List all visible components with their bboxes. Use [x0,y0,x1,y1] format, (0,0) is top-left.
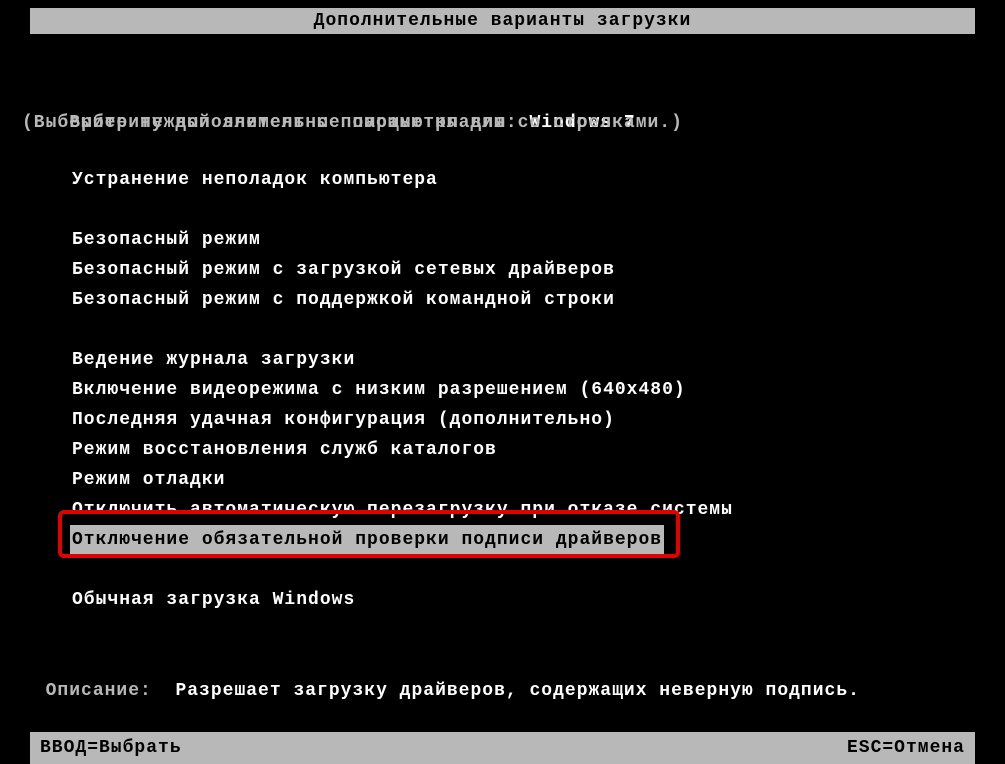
boot-options-menu[interactable]: Устранение неполадок компьютера Безопасн… [70,165,735,615]
footer-enter: ВВОД=Выбрать [40,732,182,764]
menu-item-low-res-video[interactable]: Включение видеорежима с низким разрешени… [70,375,688,405]
menu-item-safe-mode-command[interactable]: Безопасный режим с поддержкой командной … [70,285,617,315]
prompt-line: Выберите дополнительные параметры для: W… [22,78,983,108]
menu-item-boot-logging[interactable]: Ведение журнала загрузки [70,345,357,375]
description-text: Разрешает загрузку драйверов, содержащих… [175,681,860,701]
description-label: Описание: [46,681,152,701]
footer-bar: ВВОД=Выбрать ESC=Отмена [30,732,975,764]
title-bar: Дополнительные варианты загрузки [30,8,975,34]
menu-item-repair-computer[interactable]: Устранение неполадок компьютера [70,165,440,195]
menu-item-start-windows-normally[interactable]: Обычная загрузка Windows [70,585,357,615]
footer-esc: ESC=Отмена [847,732,965,764]
description-line: Описание: Разрешает загрузку драйверов, … [22,646,860,676]
menu-item-disable-driver-signature[interactable]: Отключение обязательной проверки подписи… [70,525,664,555]
menu-item-safe-mode[interactable]: Безопасный режим [70,225,263,255]
menu-item-debugging-mode[interactable]: Режим отладки [70,465,227,495]
menu-item-safe-mode-networking[interactable]: Безопасный режим с загрузкой сетевых дра… [70,255,617,285]
instruction-line: (Выберите нужный элемент с помощью клави… [22,108,983,138]
menu-item-last-known-good[interactable]: Последняя удачная конфигурация (дополнит… [70,405,617,435]
menu-item-directory-services-restore[interactable]: Режим восстановления служб каталогов [70,435,499,465]
title-text: Дополнительные варианты загрузки [314,11,692,31]
menu-item-disable-auto-restart[interactable]: Отключить автоматическую перезагрузку пр… [70,495,735,525]
content-area: Выберите дополнительные параметры для: W… [22,78,983,138]
